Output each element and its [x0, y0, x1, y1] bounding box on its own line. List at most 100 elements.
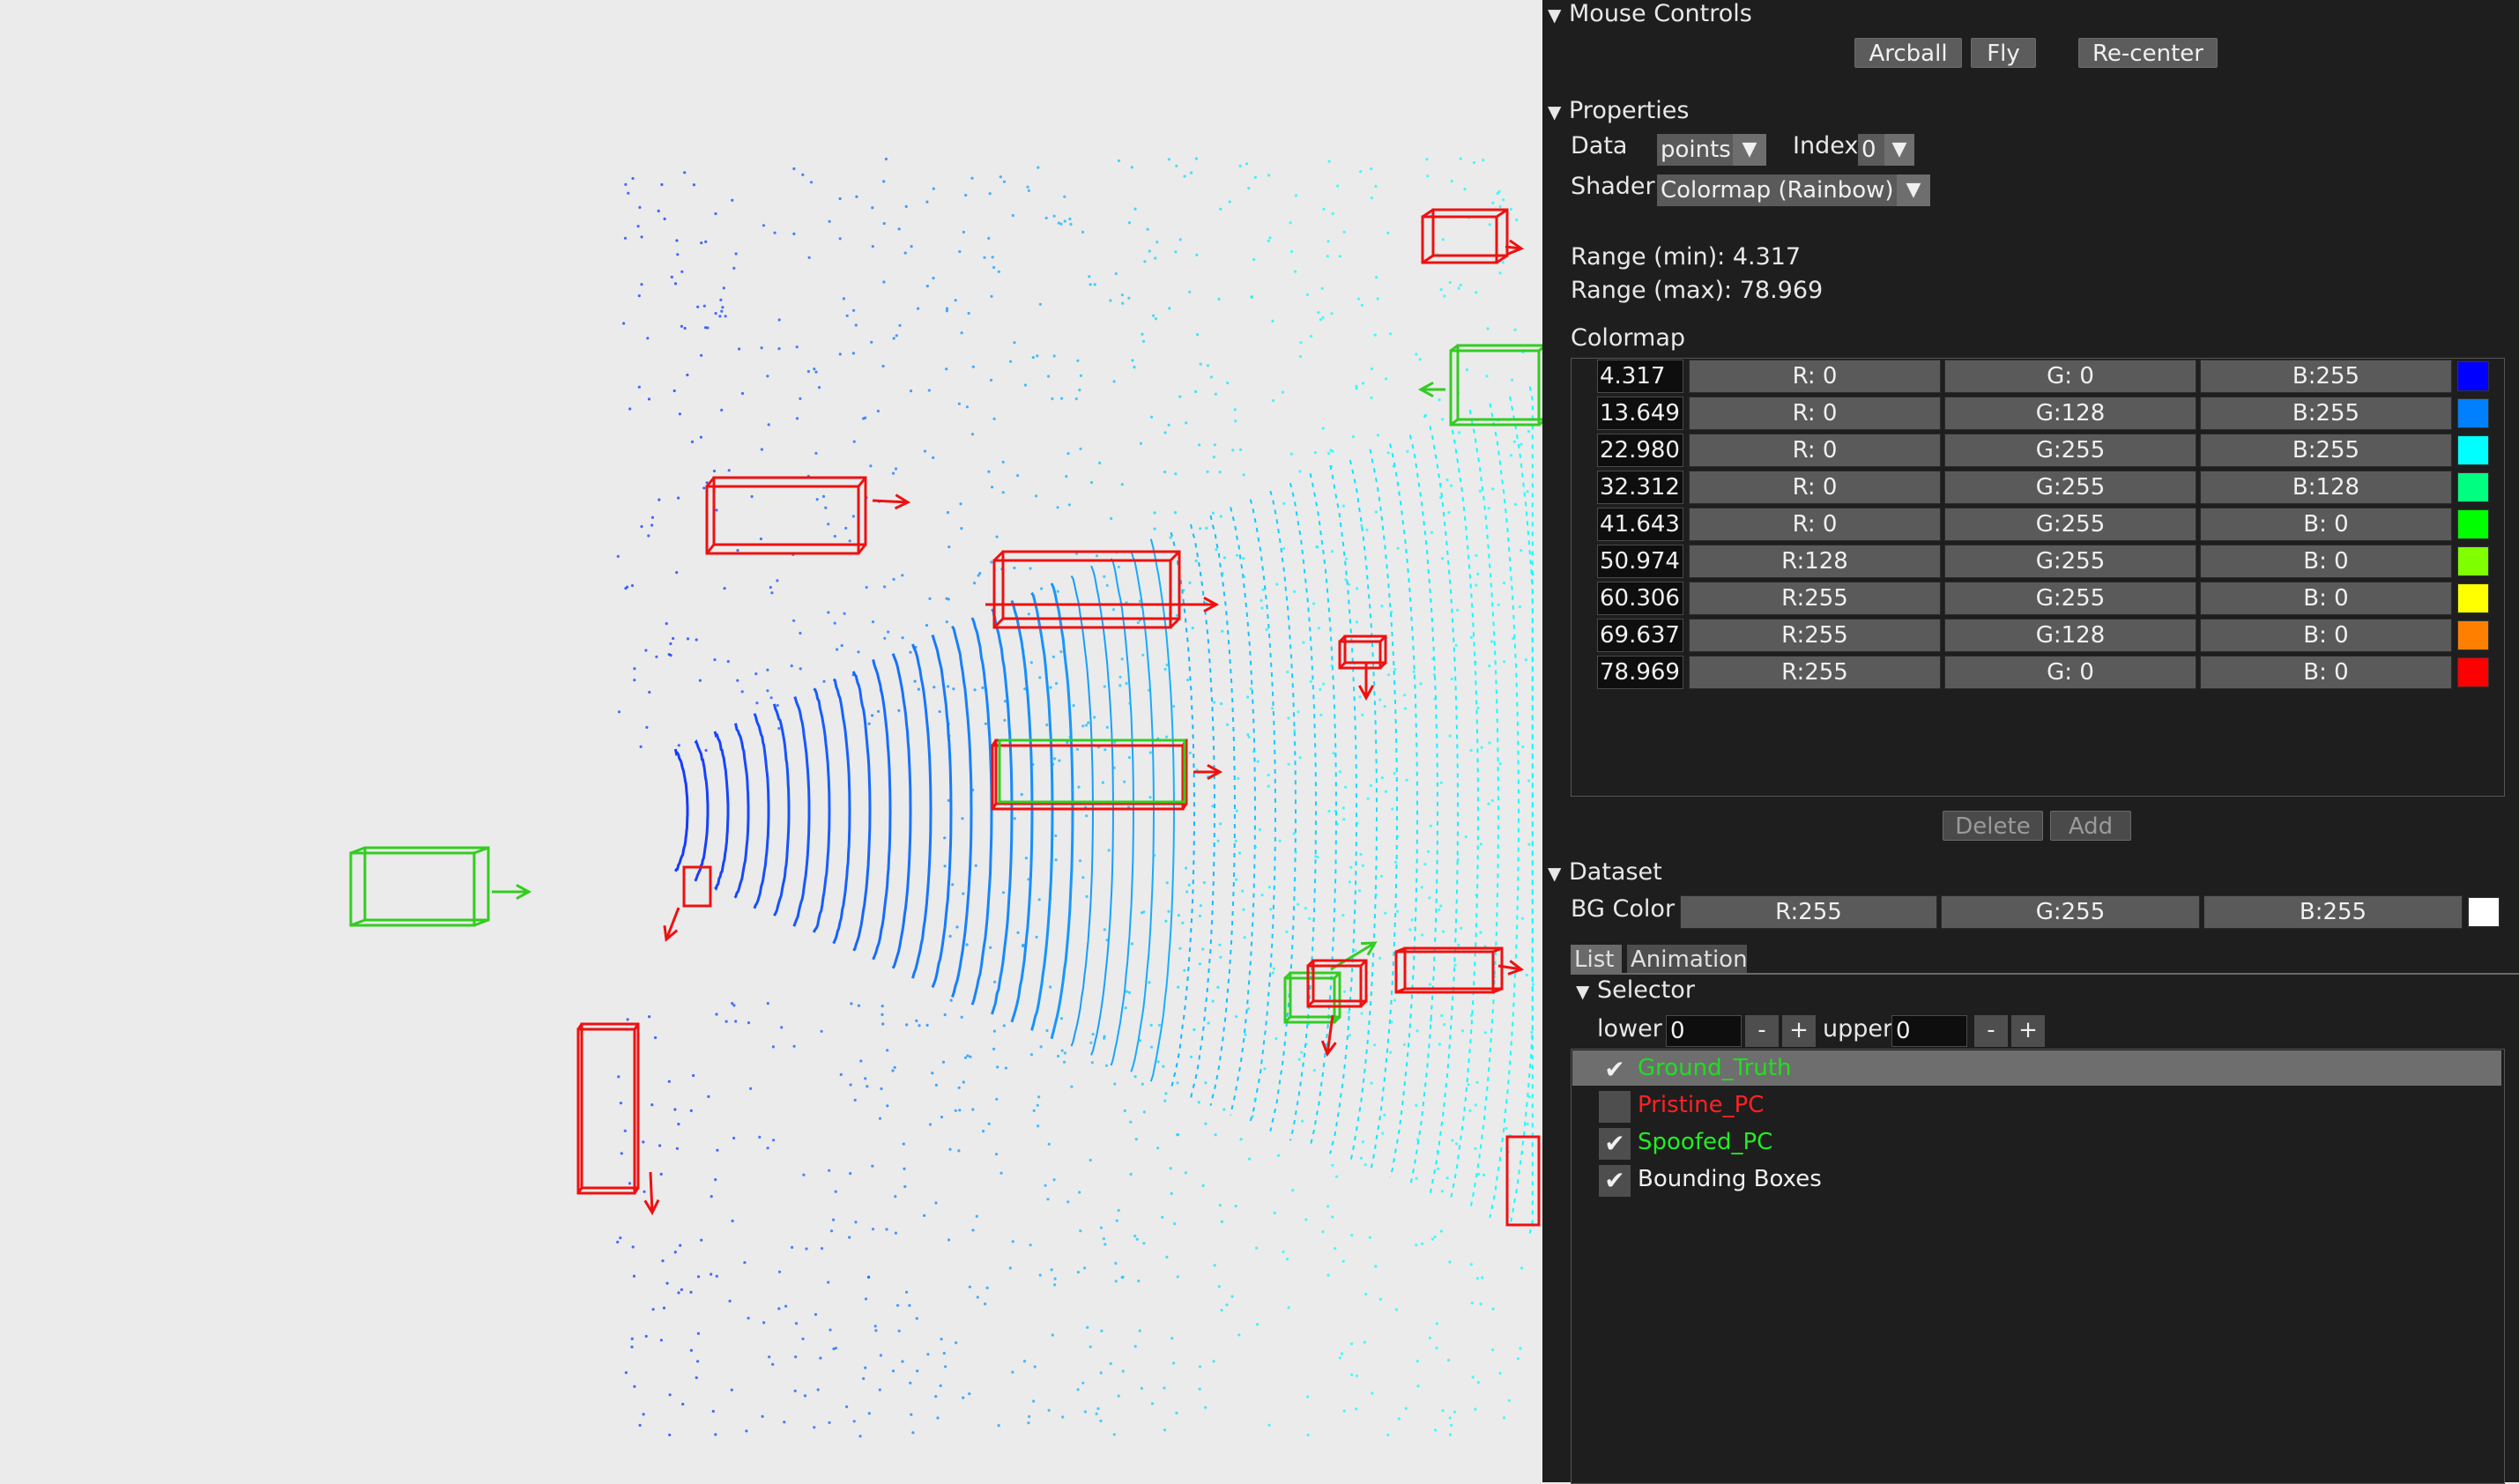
recenter-button[interactable]: Re-center — [2078, 38, 2218, 68]
collapse-triangle-icon: ▼ — [1548, 863, 1562, 884]
lower-input[interactable]: 0 — [1666, 1015, 1742, 1047]
dataset-header[interactable]: ▼ Dataset — [1548, 858, 1662, 886]
bounding-box — [1338, 634, 1387, 701]
lower-minus-button[interactable]: - — [1745, 1015, 1779, 1047]
colormap-g-field[interactable]: G: 0 — [1944, 656, 2196, 689]
colormap-g-field[interactable]: G:128 — [1944, 619, 2196, 652]
colormap-color-swatch[interactable] — [2457, 546, 2489, 576]
colormap-r-field[interactable]: R: 0 — [1689, 360, 1941, 393]
bg-color-b[interactable]: B:255 — [2203, 895, 2463, 929]
list-item-label: Spoofed_PC — [1638, 1129, 1773, 1155]
list-item[interactable]: ✔ Bounding Boxes — [1572, 1161, 2501, 1197]
colormap-value-input[interactable]: 32.312 — [1597, 471, 1683, 504]
colormap-value-input[interactable]: 60.306 — [1597, 582, 1683, 615]
colormap-value-input[interactable]: 22.980 — [1597, 434, 1683, 467]
colormap-g-field[interactable]: G:255 — [1944, 471, 2196, 504]
colormap-label: Colormap — [1571, 324, 1686, 352]
upper-input[interactable]: 0 — [1891, 1015, 1967, 1047]
bounding-box — [1421, 208, 1525, 264]
colormap-color-swatch[interactable] — [2457, 472, 2489, 502]
colormap-b-field[interactable]: B: 0 — [2200, 656, 2452, 689]
data-select[interactable]: points ▼ — [1657, 134, 1766, 166]
colormap-g-field[interactable]: G:255 — [1944, 545, 2196, 578]
colormap-g-field[interactable]: G:255 — [1944, 582, 2196, 615]
colormap-value-input[interactable]: 78.969 — [1597, 656, 1683, 689]
index-select[interactable]: 0 ▼ — [1858, 134, 1914, 166]
bounding-box — [1417, 344, 1542, 427]
tab-list[interactable]: List — [1571, 945, 1622, 975]
visibility-checkbox[interactable] — [1599, 1091, 1631, 1123]
shader-label: Shader — [1571, 173, 1655, 200]
data-select-value: points — [1661, 137, 1731, 163]
colormap-b-field[interactable]: B:255 — [2200, 397, 2452, 430]
colormap-value-input[interactable]: 69.637 — [1597, 619, 1683, 652]
list-item[interactable]: Pristine_PC — [1572, 1087, 2501, 1123]
mouse-controls-header[interactable]: ▼ Mouse Controls — [1548, 0, 1752, 27]
upper-minus-button[interactable]: - — [1974, 1015, 2008, 1047]
colormap-g-field[interactable]: G:255 — [1944, 508, 2196, 541]
list-item[interactable]: ✔ Ground_Truth — [1572, 1050, 2501, 1086]
bg-color-swatch[interactable] — [2468, 897, 2500, 927]
arcball-button[interactable]: Arcball — [1854, 38, 1962, 68]
colormap-r-field[interactable]: R:128 — [1689, 545, 1941, 578]
colormap-b-field[interactable]: B:128 — [2200, 471, 2452, 504]
tab-divider — [1571, 973, 2519, 975]
colormap-r-field[interactable]: R:255 — [1689, 619, 1941, 652]
visibility-checkbox[interactable]: ✔ — [1599, 1165, 1631, 1197]
upper-label: upper — [1823, 1015, 1893, 1043]
bounding-box — [705, 476, 911, 555]
selector-header[interactable]: ▼ Selector — [1576, 976, 1695, 1004]
colormap-b-field[interactable]: B:255 — [2200, 360, 2452, 393]
bg-color-r[interactable]: R:255 — [1680, 895, 1937, 929]
colormap-r-field[interactable]: R: 0 — [1689, 471, 1941, 504]
lower-plus-button[interactable]: + — [1782, 1015, 1816, 1047]
colormap-g-field[interactable]: G: 0 — [1944, 360, 2196, 393]
colormap-r-field[interactable]: R: 0 — [1689, 508, 1941, 541]
colormap-g-field[interactable]: G:128 — [1944, 397, 2196, 430]
collapse-triangle-icon: ▼ — [1576, 981, 1590, 1002]
colormap-value-input[interactable]: 41.643 — [1597, 508, 1683, 541]
selector-title: Selector — [1597, 976, 1695, 1004]
visibility-checkbox[interactable]: ✔ — [1599, 1128, 1631, 1160]
add-button[interactable]: Add — [2050, 811, 2131, 841]
colormap-color-swatch[interactable] — [2457, 620, 2489, 650]
upper-plus-button[interactable]: + — [2011, 1015, 2045, 1047]
tab-animation[interactable]: Animation — [1627, 945, 1748, 975]
colormap-row: 78.969 R:255 G: 0 B: 0 — [1597, 656, 2496, 689]
delete-button[interactable]: Delete — [1943, 811, 2043, 841]
dropdown-arrow-icon: ▼ — [1897, 174, 1930, 206]
colormap-b-field[interactable]: B: 0 — [2200, 508, 2452, 541]
colormap-color-swatch[interactable] — [2457, 435, 2489, 465]
colormap-value-input[interactable]: 4.317 — [1597, 360, 1683, 393]
colormap-row: 22.980 R: 0 G:255 B:255 — [1597, 434, 2496, 467]
colormap-b-field[interactable]: B: 0 — [2200, 619, 2452, 652]
colormap-row: 13.649 R: 0 G:128 B:255 — [1597, 397, 2496, 430]
shader-select[interactable]: Colormap (Rainbow) ▼ — [1657, 174, 1930, 206]
list-item-label: Bounding Boxes — [1638, 1166, 1822, 1192]
colormap-value-input[interactable]: 50.974 — [1597, 545, 1683, 578]
colormap-color-swatch[interactable] — [2457, 361, 2489, 391]
colormap-row: 60.306 R:255 G:255 B: 0 — [1597, 582, 2496, 615]
colormap-r-field[interactable]: R: 0 — [1689, 434, 1941, 467]
list-item[interactable]: ✔ Spoofed_PC — [1572, 1124, 2501, 1160]
colormap-b-field[interactable]: B:255 — [2200, 434, 2452, 467]
colormap-r-field[interactable]: R:255 — [1689, 582, 1941, 615]
colormap-color-swatch[interactable] — [2457, 509, 2489, 539]
colormap-b-field[interactable]: B: 0 — [2200, 545, 2452, 578]
index-label: Index — [1793, 132, 1859, 160]
colormap-value-input[interactable]: 13.649 — [1597, 397, 1683, 430]
colormap-r-field[interactable]: R: 0 — [1689, 397, 1941, 430]
colormap-color-swatch[interactable] — [2457, 583, 2489, 613]
colormap-b-field[interactable]: B: 0 — [2200, 582, 2452, 615]
properties-header[interactable]: ▼ Properties — [1548, 97, 1689, 124]
point-cloud-canvas[interactable] — [0, 0, 1542, 1482]
properties-title: Properties — [1569, 97, 1690, 124]
colormap-color-swatch[interactable] — [2457, 398, 2489, 428]
point-cloud-viewport[interactable] — [0, 0, 1542, 1482]
fly-button[interactable]: Fly — [1971, 38, 2036, 68]
colormap-r-field[interactable]: R:255 — [1689, 656, 1941, 689]
bg-color-g[interactable]: G:255 — [1941, 895, 2200, 929]
visibility-checkbox[interactable]: ✔ — [1599, 1054, 1631, 1086]
colormap-color-swatch[interactable] — [2457, 657, 2489, 687]
colormap-g-field[interactable]: G:255 — [1944, 434, 2196, 467]
